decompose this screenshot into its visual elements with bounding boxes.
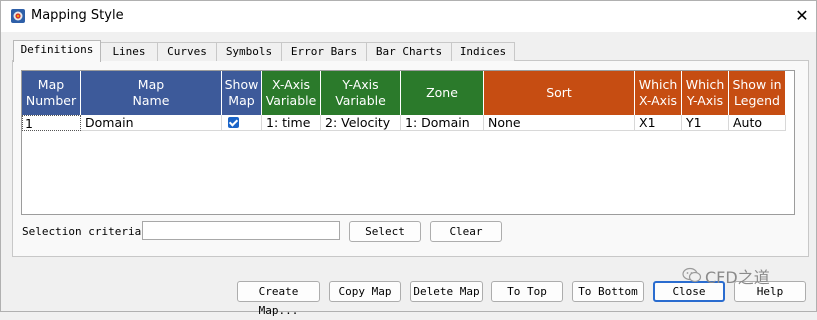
close-icon[interactable]: ✕: [792, 6, 812, 26]
col-header-which-x-axis[interactable]: Which X-Axis: [635, 71, 682, 115]
title-bar: Mapping Style ✕: [1, 1, 816, 32]
cell-which-x-axis[interactable]: X1: [635, 115, 682, 131]
col-header-show-map[interactable]: Show Map: [222, 71, 262, 115]
cell-show-in-legend[interactable]: Auto: [729, 115, 786, 131]
cell-show-map[interactable]: [222, 115, 262, 131]
col-header-map-name[interactable]: Map Name: [81, 71, 222, 115]
cell-sort[interactable]: None: [484, 115, 635, 131]
copy-map-button[interactable]: Copy Map: [329, 281, 401, 302]
col-header-show-in-legend[interactable]: Show in Legend: [729, 71, 786, 115]
app-icon: [11, 9, 25, 23]
cell-y-axis-variable[interactable]: 2: Velocity: [321, 115, 401, 131]
cell-x-axis-variable[interactable]: 1: time: [262, 115, 321, 131]
delete-map-button[interactable]: Delete Map: [410, 281, 483, 302]
selection-criteria-input[interactable]: [142, 221, 340, 240]
watermark-chat-icon: [682, 267, 702, 283]
tab-definitions[interactable]: Definitions: [13, 40, 101, 62]
select-button[interactable]: Select: [349, 221, 421, 242]
col-header-which-y-axis[interactable]: Which Y-Axis: [682, 71, 729, 115]
col-header-x-axis-variable[interactable]: X-Axis Variable: [262, 71, 321, 115]
tab-indices[interactable]: Indices: [451, 42, 515, 61]
window-title: Mapping Style: [31, 8, 124, 23]
tab-error-bars[interactable]: Error Bars: [281, 42, 367, 61]
clear-button[interactable]: Clear: [430, 221, 502, 242]
tab-symbols[interactable]: Symbols: [216, 42, 282, 61]
cell-map-name[interactable]: Domain: [81, 115, 222, 131]
create-map-button[interactable]: Create Map...: [237, 281, 320, 317]
mapping-style-dialog: Mapping Style ✕ Definitions Lines Curves…: [0, 0, 817, 317]
to-top-button[interactable]: To Top: [491, 281, 563, 302]
col-header-sort[interactable]: Sort: [484, 71, 635, 115]
mapping-table: Map Number Map Name Show Map X-Axis Variable…: [21, 70, 795, 215]
show-map-checkbox[interactable]: [228, 117, 239, 128]
to-bottom-button[interactable]: To Bottom: [572, 281, 644, 302]
col-header-map-number[interactable]: Map Number: [22, 71, 81, 115]
watermark-text: CFD之道: [705, 268, 770, 287]
cell-map-number[interactable]: 1: [22, 115, 81, 131]
selection-criteria-label: Selection criteria:: [22, 225, 148, 238]
col-header-y-axis-variable[interactable]: Y-Axis Variable: [321, 71, 401, 115]
cell-zone[interactable]: 1: Domain: [401, 115, 484, 131]
col-header-zone[interactable]: Zone: [401, 71, 484, 115]
tab-curves[interactable]: Curves: [157, 42, 217, 61]
cell-which-y-axis[interactable]: Y1: [682, 115, 729, 131]
tab-bar-charts[interactable]: Bar Charts: [366, 42, 452, 61]
tab-lines[interactable]: Lines: [100, 42, 158, 61]
